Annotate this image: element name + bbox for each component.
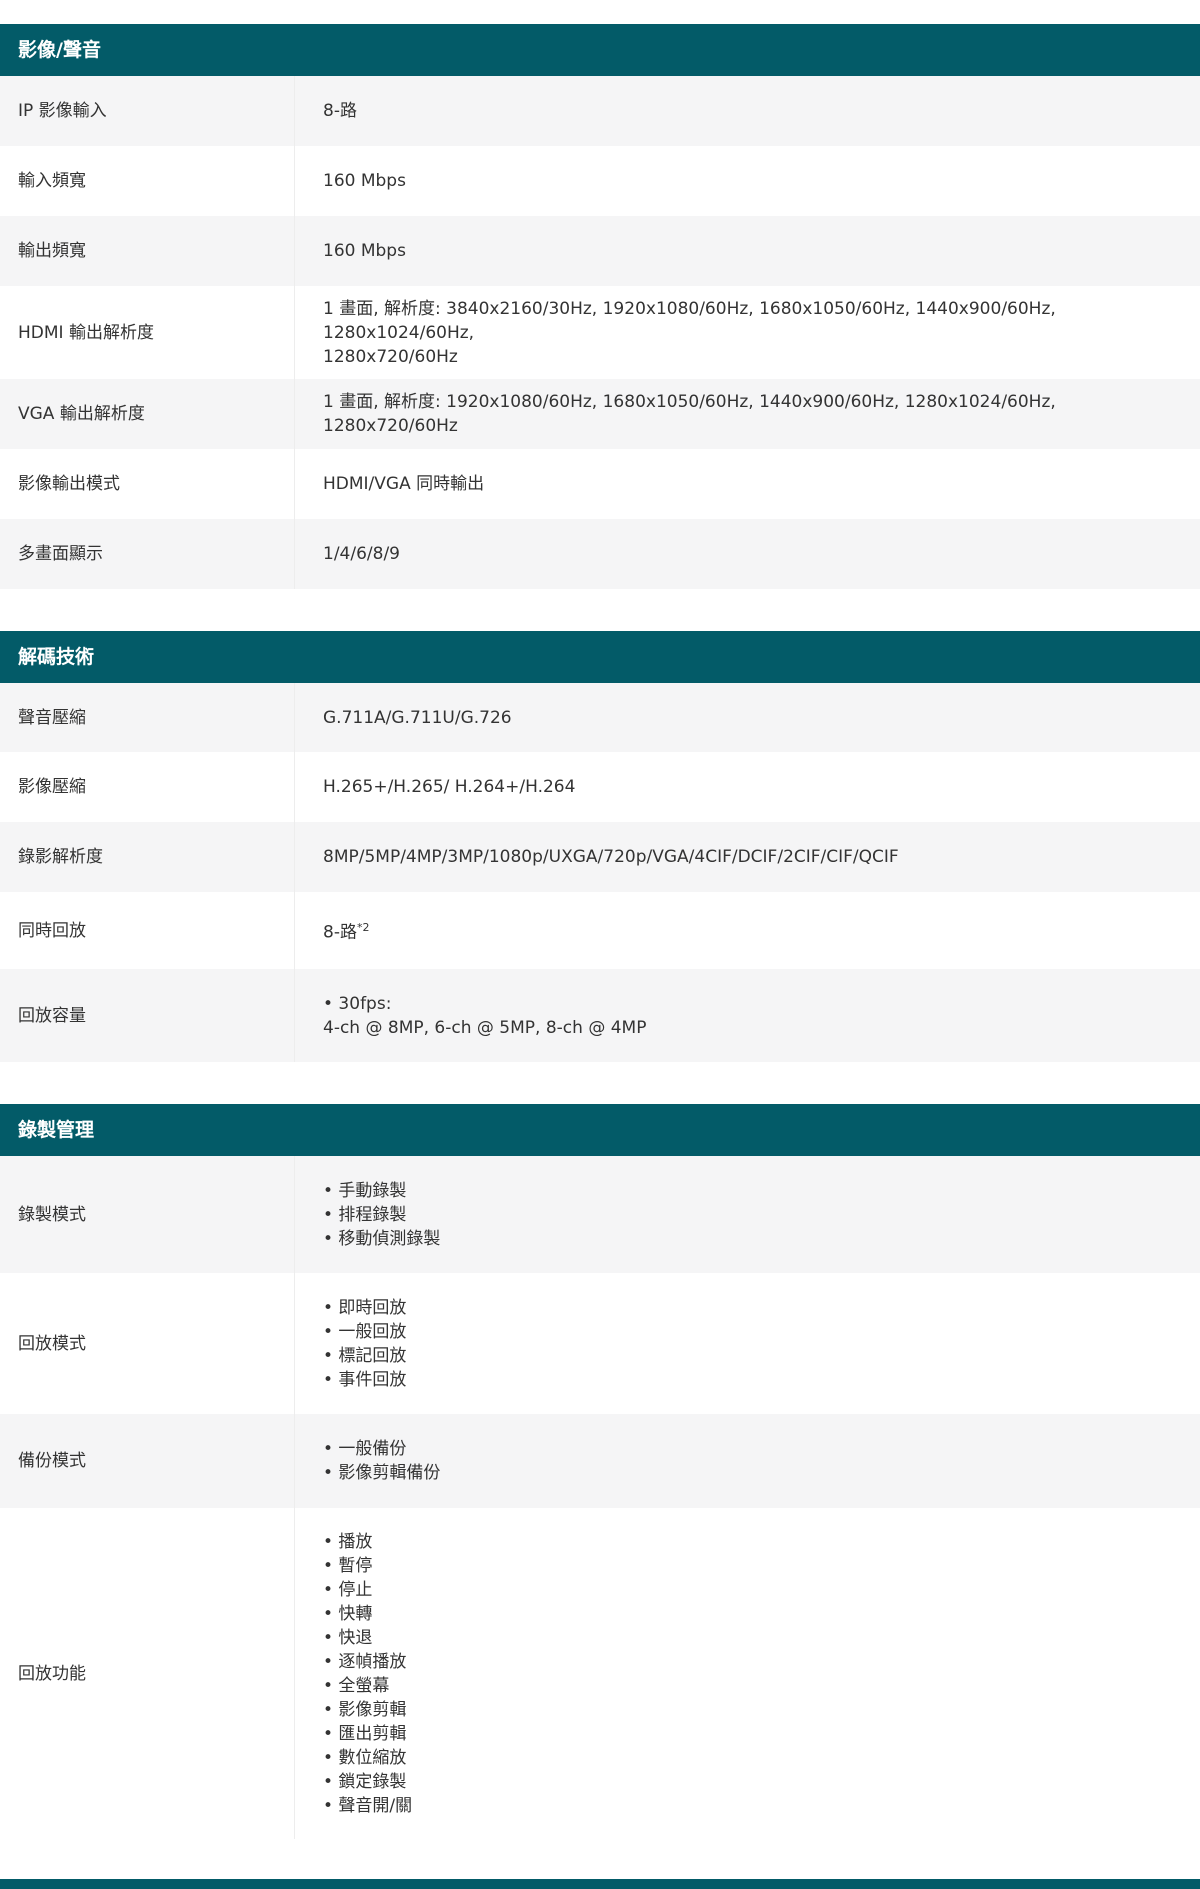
spec-value-line: 8-路 — [323, 101, 357, 121]
spec-value-line: 1280x720/60Hz — [323, 346, 458, 367]
spec-label: 輸入頻寬 — [0, 146, 295, 216]
section-header: 解碼技術 — [0, 631, 1200, 683]
spec-label: 影像壓縮 — [0, 752, 295, 822]
spec-label: VGA 輸出解析度 — [0, 379, 295, 449]
spec-label: 影像輸出模式 — [0, 449, 295, 519]
spec-value: 8-路*2 — [295, 916, 1200, 945]
spec-row: 備份模式 • 一般備份 • 影像剪輯備份 — [0, 1414, 1200, 1508]
spec-value-line: • 一般回放 — [323, 1321, 407, 1342]
spec-value-line: • 排程錄製 — [323, 1204, 407, 1225]
spec-row: 回放功能 • 播放 • 暫停 • 停止 • 快轉 • 快退 • 逐幀播放 • 全… — [0, 1508, 1200, 1839]
spec-value-line: 160 Mbps — [323, 241, 406, 261]
spec-value-line: • 影像剪輯備份 — [323, 1463, 441, 1483]
spec-value-line: • 事件回放 — [323, 1369, 407, 1390]
spec-row: HDMI 輸出解析度 1 畫面, 解析度: 3840x2160/30Hz, 19… — [0, 286, 1200, 379]
spec-row: VGA 輸出解析度 1 畫面, 解析度: 1920x1080/60Hz, 168… — [0, 379, 1200, 449]
spec-value-line: • 標記回放 — [323, 1345, 407, 1366]
spec-value-line: G.711A/G.711U/G.726 — [323, 707, 512, 728]
section-video-audio: 影像/聲音 IP 影像輸入 8-路 輸入頻寬 160 Mbps 輸出頻寬 160… — [0, 24, 1200, 589]
spec-value-line: 1 畫面, 解析度: 1920x1080/60Hz, 1680x1050/60H… — [323, 392, 1056, 436]
spec-row: 影像輸出模式 HDMI/VGA 同時輸出 — [0, 449, 1200, 519]
spec-value-line: • 播放 — [323, 1531, 373, 1552]
spec-label: IP 影像輸入 — [0, 76, 295, 146]
spec-value: • 即時回放 • 一般回放 • 標記回放 • 事件回放 — [295, 1296, 1200, 1392]
spec-value-line: • 即時回放 — [323, 1297, 407, 1318]
spec-row: 多畫面顯示 1/4/6/8/9 — [0, 519, 1200, 589]
spec-row: 回放模式 • 即時回放 • 一般回放 • 標記回放 • 事件回放 — [0, 1273, 1200, 1414]
spec-row: 聲音壓縮 G.711A/G.711U/G.726 — [0, 683, 1200, 752]
spec-value: G.711A/G.711U/G.726 — [295, 706, 1200, 730]
section-header: 錄製管理 — [0, 1104, 1200, 1156]
spec-value-line: 1 畫面, 解析度: 3840x2160/30Hz, 1920x1080/60H… — [323, 298, 1056, 343]
spec-value-line: • 暫停 — [323, 1555, 373, 1576]
spec-value-line: • 全螢幕 — [323, 1675, 390, 1696]
spec-value: 1/4/6/8/9 — [295, 542, 1200, 566]
section-header: 影像/聲音 — [0, 24, 1200, 76]
spec-value: • 一般備份 • 影像剪輯備份 — [295, 1437, 1200, 1485]
spec-value-line: 8-路 — [323, 922, 357, 943]
spec-value: • 手動錄製 • 排程錄製 • 移動偵測錄製 — [295, 1179, 1200, 1251]
spec-row: IP 影像輸入 8-路 — [0, 76, 1200, 146]
spec-value-line: 4-ch @ 8MP, 6-ch @ 5MP, 8-ch @ 4MP — [323, 1017, 647, 1038]
spec-value-line: • 匯出剪輯 — [323, 1723, 407, 1744]
spec-value-line: • 鎖定錄製 — [323, 1771, 407, 1792]
spec-value: • 30fps: 4-ch @ 8MP, 6-ch @ 5MP, 8-ch @ … — [295, 992, 1200, 1040]
spec-label: HDMI 輸出解析度 — [0, 286, 295, 379]
spec-label: 回放功能 — [0, 1508, 295, 1839]
spec-value-line: • 快退 — [323, 1627, 373, 1648]
spec-value-line: H.265+/H.265/ H.264+/H.264 — [323, 777, 576, 797]
spec-label: 回放容量 — [0, 969, 295, 1062]
spec-value: 1 畫面, 解析度: 1920x1080/60Hz, 1680x1050/60H… — [295, 390, 1200, 438]
spec-row: 輸出頻寬 160 Mbps — [0, 216, 1200, 286]
spec-label: 輸出頻寬 — [0, 216, 295, 286]
spec-value: • 播放 • 暫停 • 停止 • 快轉 • 快退 • 逐幀播放 • 全螢幕 • … — [295, 1530, 1200, 1818]
spec-value-line: • 手動錄製 — [323, 1180, 407, 1201]
spec-value-line: • 快轉 — [323, 1603, 373, 1624]
spec-row: 回放容量 • 30fps: 4-ch @ 8MP, 6-ch @ 5MP, 8-… — [0, 969, 1200, 1062]
spec-label: 備份模式 — [0, 1414, 295, 1508]
spec-label: 聲音壓縮 — [0, 683, 295, 752]
spec-row: 錄製模式 • 手動錄製 • 排程錄製 • 移動偵測錄製 — [0, 1156, 1200, 1273]
spec-label: 錄影解析度 — [0, 822, 295, 892]
spec-value: HDMI/VGA 同時輸出 — [295, 472, 1200, 496]
spec-row: 同時回放 8-路*2 — [0, 892, 1200, 969]
spec-value-line: • 一般備份 — [323, 1439, 407, 1459]
spec-value: 160 Mbps — [295, 239, 1200, 263]
spec-row: 輸入頻寬 160 Mbps — [0, 146, 1200, 216]
spec-value-line: • 影像剪輯 — [323, 1699, 407, 1720]
spec-label: 錄製模式 — [0, 1156, 295, 1273]
spec-sheet: 影像/聲音 IP 影像輸入 8-路 輸入頻寬 160 Mbps 輸出頻寬 160… — [0, 24, 1200, 1881]
spec-row: 錄影解析度 8MP/5MP/4MP/3MP/1080p/UXGA/720p/VG… — [0, 822, 1200, 892]
spec-value-line: • 停止 — [323, 1579, 373, 1600]
spec-value-line: • 30fps: — [323, 993, 392, 1014]
footnote-marker: *2 — [356, 921, 370, 935]
spec-label: 同時回放 — [0, 892, 295, 969]
section-recording-management: 錄製管理 錄製模式 • 手動錄製 • 排程錄製 • 移動偵測錄製 回放模式 • … — [0, 1104, 1200, 1839]
section-decoding: 解碼技術 聲音壓縮 G.711A/G.711U/G.726 影像壓縮 H.265… — [0, 631, 1200, 1062]
spec-label: 回放模式 — [0, 1273, 295, 1414]
spec-value: H.265+/H.265/ H.264+/H.264 — [295, 775, 1200, 799]
spec-value-line: • 逐幀播放 — [323, 1651, 407, 1672]
spec-row: 影像壓縮 H.265+/H.265/ H.264+/H.264 — [0, 752, 1200, 822]
spec-value-line: • 聲音開/關 — [323, 1795, 413, 1816]
spec-value: 8MP/5MP/4MP/3MP/1080p/UXGA/720p/VGA/4CIF… — [295, 845, 1200, 869]
spec-value-line: HDMI/VGA 同時輸出 — [323, 474, 485, 494]
spec-label: 多畫面顯示 — [0, 519, 295, 589]
spec-value-line: 160 Mbps — [323, 171, 406, 191]
spec-value: 1 畫面, 解析度: 3840x2160/30Hz, 1920x1080/60H… — [295, 297, 1200, 369]
spec-value-line: • 移動偵測錄製 — [323, 1228, 441, 1249]
spec-value: 160 Mbps — [295, 169, 1200, 193]
spec-value-line: 1/4/6/8/9 — [323, 544, 400, 564]
next-section-header-edge — [0, 1879, 1200, 1889]
spec-value: 8-路 — [295, 99, 1200, 123]
spec-value-line: • 數位縮放 — [323, 1747, 407, 1768]
spec-value-line: 8MP/5MP/4MP/3MP/1080p/UXGA/720p/VGA/4CIF… — [323, 847, 899, 867]
